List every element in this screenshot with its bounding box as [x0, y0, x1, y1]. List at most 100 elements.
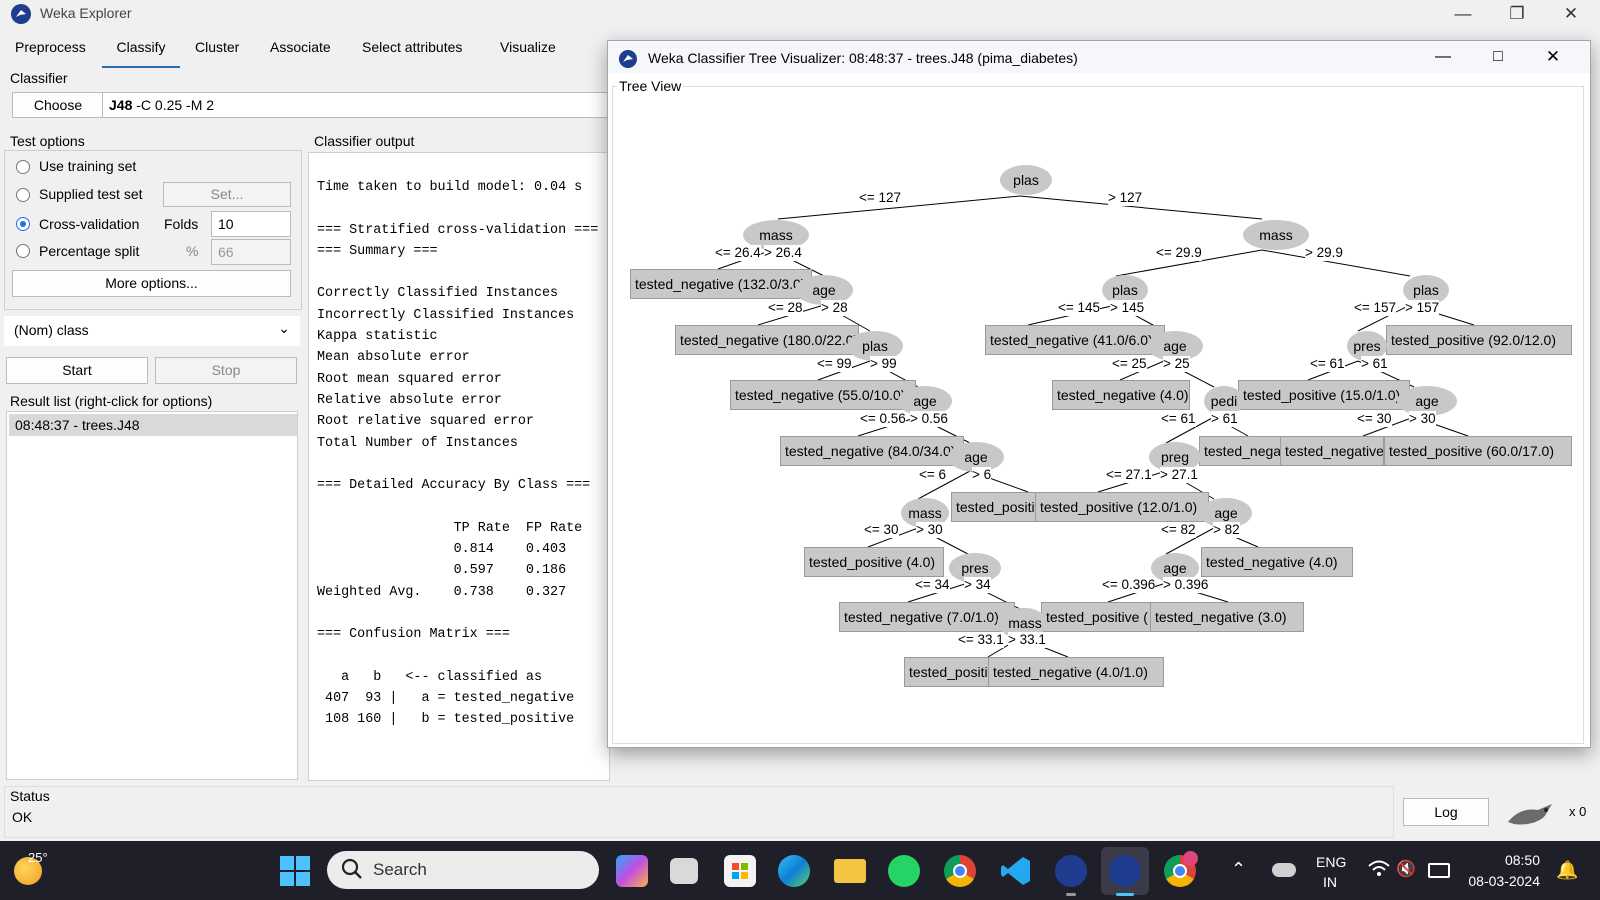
- tree-leaf[interactable]: tested_negative (4.0): [1201, 547, 1353, 577]
- tree-leaf[interactable]: tested_negative (4.0): [1052, 380, 1190, 410]
- set-button[interactable]: Set...: [163, 182, 291, 207]
- tab-cluster[interactable]: Cluster: [195, 32, 239, 66]
- tree-edge-label: <= 61: [1161, 411, 1196, 427]
- minimize-button[interactable]: —: [1440, 2, 1486, 26]
- tree-close-button[interactable]: ✕: [1530, 45, 1576, 69]
- maximize-button[interactable]: ❐: [1494, 2, 1540, 26]
- use-training-set-radio[interactable]: [16, 160, 30, 174]
- tree-edge-label: <= 30: [864, 522, 899, 538]
- tree-leaf[interactable]: tested_negative (41.0/6.0): [985, 325, 1165, 355]
- tree-edge-label: <= 28: [768, 300, 803, 316]
- wifi-icon[interactable]: [1368, 859, 1390, 882]
- result-list-item[interactable]: 08:48:37 - trees.J48: [9, 414, 297, 436]
- folds-input[interactable]: 10: [211, 211, 291, 237]
- output-line: Time taken to build model: 0.04 s: [317, 180, 583, 195]
- tree-edge-label: > 25: [1163, 356, 1190, 372]
- clock-date[interactable]: 08-03-2024: [1466, 873, 1540, 889]
- split-input[interactable]: 66: [211, 239, 291, 265]
- tree-leaf[interactable]: tested_positive: [951, 492, 1037, 522]
- class-select[interactable]: (Nom) class ⌄: [4, 316, 300, 346]
- output-line: Total Number of Instances: [317, 435, 518, 451]
- cross-validation-radio[interactable]: [16, 217, 30, 231]
- weka-icon[interactable]: [1055, 855, 1087, 887]
- tree-edge-label: > 0.396: [1163, 577, 1209, 593]
- taskbar: 25° Search ⌃ ENG IN 🔇 08:50 08-03-2024 🔔: [0, 841, 1600, 900]
- start-menu-icon[interactable]: [279, 855, 311, 887]
- percentage-split-radio[interactable]: [16, 244, 30, 258]
- chrome-icon[interactable]: [944, 855, 976, 887]
- whatsapp-icon[interactable]: [888, 855, 920, 887]
- tree-maximize-button[interactable]: □: [1475, 45, 1521, 69]
- lang-line-2[interactable]: IN: [1323, 874, 1337, 890]
- tree-leaf[interactable]: tested_positive (15.0/1.0): [1238, 380, 1410, 410]
- tree-edge-label: > 6: [972, 467, 992, 483]
- start-button[interactable]: Start: [6, 357, 148, 384]
- output-line: 0.814 0.403: [317, 542, 567, 558]
- tree-leaf[interactable]: tested_positive (60.0/17.0): [1384, 436, 1572, 466]
- tab-preprocess[interactable]: Preprocess: [15, 32, 86, 66]
- tree-leaf[interactable]: tested_negative (132.0/3.0): [630, 269, 812, 299]
- close-button[interactable]: ✕: [1548, 2, 1594, 26]
- tree-view-canvas[interactable]: Tree View tested_negative (132.0/3.0) tes…: [608, 73, 1590, 747]
- battery-icon[interactable]: [1428, 863, 1450, 878]
- search-icon: [341, 858, 363, 883]
- notification-bell-icon[interactable]: 🔔: [1556, 860, 1578, 881]
- tree-leaf[interactable]: tested_negative (84.0/34.0): [780, 436, 964, 466]
- tree-minimize-button[interactable]: —: [1420, 45, 1466, 69]
- more-options-button[interactable]: More options...: [12, 270, 291, 297]
- vscode-icon[interactable]: [1000, 855, 1032, 887]
- clock-time[interactable]: 08:50: [1480, 852, 1540, 868]
- tree-leaf[interactable]: tested_negative (3.0): [1150, 602, 1304, 632]
- tree-leaf[interactable]: tested_negative (180.0/22.0): [675, 325, 859, 355]
- tab-visualize[interactable]: Visualize: [500, 32, 556, 66]
- tree-leaf[interactable]: tested_positive (: [1041, 602, 1151, 632]
- choose-button[interactable]: Choose: [12, 92, 104, 118]
- classifier-group-label: Classifier: [10, 70, 68, 86]
- output-line: Relative absolute error: [317, 392, 502, 408]
- tree-edge-label: <= 99: [817, 356, 852, 372]
- tree-leaf[interactable]: tested_negative (7.0/1.0): [839, 602, 1015, 632]
- stop-button[interactable]: Stop: [155, 357, 297, 384]
- lang-line-1[interactable]: ENG: [1316, 854, 1346, 870]
- weka-active-icon[interactable]: [1109, 855, 1141, 887]
- copilot-icon[interactable]: [616, 855, 648, 887]
- classifier-config-field[interactable]: J48 -C 0.25 -M 2: [102, 92, 612, 118]
- output-line: a b <-- classified as: [317, 669, 542, 685]
- tree-leaf[interactable]: tested_negative: [1199, 436, 1281, 466]
- tree-leaf[interactable]: tested_positive: [904, 657, 990, 687]
- output-line: === Confusion Matrix ===: [317, 627, 510, 643]
- taskbar-search[interactable]: Search: [327, 851, 599, 889]
- volume-muted-icon[interactable]: 🔇: [1396, 859, 1416, 879]
- chevron-up-icon[interactable]: ⌃: [1231, 859, 1246, 880]
- tree-leaf[interactable]: tested_negative (55.0/10.0): [730, 380, 916, 410]
- edge-icon[interactable]: [778, 855, 810, 887]
- classifier-output-panel: Time taken to build model: 0.04 s === St…: [308, 152, 610, 781]
- tree-leaf[interactable]: tested_positive (4.0): [804, 547, 944, 577]
- tree-edge-label: > 157: [1405, 300, 1440, 316]
- file-explorer-icon[interactable]: [834, 859, 866, 883]
- task-view-icon[interactable]: [670, 858, 698, 884]
- tree-edge-label: <= 61: [1310, 356, 1345, 372]
- tree-leaf[interactable]: tested_positive (12.0/1.0): [1035, 492, 1209, 522]
- tree-leaf[interactable]: tested_negative (4.0/1.0): [988, 657, 1164, 687]
- tree-node[interactable]: plas: [1000, 165, 1052, 195]
- test-options-label: Test options: [10, 133, 85, 149]
- tab-select-attributes[interactable]: Select attributes: [362, 32, 462, 66]
- tree-node[interactable]: mass: [1243, 220, 1309, 250]
- tree-edge-label: > 145: [1110, 300, 1145, 316]
- supplied-test-set-radio[interactable]: [16, 188, 30, 202]
- tree-edge-label: > 127: [1108, 190, 1143, 206]
- tab-classify[interactable]: Classify: [102, 32, 180, 68]
- search-placeholder: Search: [373, 860, 427, 879]
- log-button[interactable]: Log: [1403, 798, 1489, 826]
- tab-associate[interactable]: Associate: [270, 32, 331, 66]
- tree-edge-label: > 0.56: [910, 411, 948, 427]
- tree-leaf[interactable]: tested_positive (92.0/12.0): [1386, 325, 1572, 355]
- tree-edge-label: <= 25: [1112, 356, 1147, 372]
- onedrive-icon[interactable]: [1272, 863, 1296, 877]
- tree-edge-label: <= 145: [1058, 300, 1101, 316]
- tree-leaf[interactable]: tested_negative: [1280, 436, 1384, 466]
- store-icon[interactable]: [724, 855, 756, 887]
